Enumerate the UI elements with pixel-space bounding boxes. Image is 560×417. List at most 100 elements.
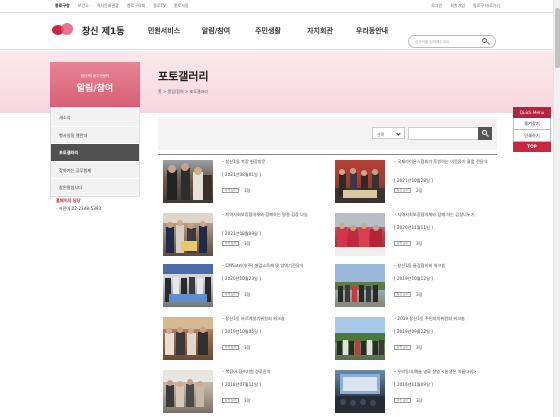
site-logo[interactable]: 창신 제1동 bbox=[52, 23, 125, 37]
sidebar-item-good-words[interactable]: 참된말씀시다 bbox=[51, 178, 139, 196]
gallery-thumbnail[interactable] bbox=[335, 160, 385, 203]
login-link[interactable]: 로그인 bbox=[431, 3, 442, 8]
utility-link-health[interactable]: 보건소 bbox=[78, 3, 89, 8]
photo-count: 2장 bbox=[416, 188, 423, 193]
page-title: 포토갤러리 bbox=[158, 70, 209, 83]
gallery-item[interactable]: – 지역사회보장협의체와 함께 하는 김장나누기 [ 2020년11월11일 ]… bbox=[330, 207, 490, 257]
keyword-input[interactable] bbox=[408, 127, 479, 140]
photo-count: 3장 bbox=[244, 188, 251, 193]
gallery-thumbnail[interactable] bbox=[163, 160, 213, 203]
sidebar-item-calendar[interactable]: 행사일정 캘린더 bbox=[51, 125, 139, 144]
scrollbar-thumb[interactable] bbox=[555, 8, 560, 68]
gallery-title[interactable]: – 국제라이온스협회가 후원하는 이웃돕기 물품 전달식 bbox=[394, 159, 490, 166]
gallery-date: [ 2021년08월01일 ] bbox=[222, 172, 261, 177]
utility-link-culture[interactable]: 역사문화관광 bbox=[97, 3, 119, 8]
signup-link[interactable]: 회원가입 bbox=[450, 3, 465, 8]
gallery-item[interactable]: – CMS코리아(주) 쌀값소독제 및 방역기전달식 [ 2020년10월23일… bbox=[158, 258, 318, 308]
view-photos-badge[interactable]: 사진 보기 bbox=[222, 241, 239, 246]
gallery-title[interactable]: – 복합이 장수기원 경로잔치 bbox=[222, 369, 318, 376]
gallery-item[interactable]: – 2019 창신1동 주민자치위원회 워크숍 [ 2019년09월22일 ] … bbox=[330, 311, 490, 361]
gallery-thumbnail[interactable] bbox=[335, 213, 385, 256]
photo-count: 3장 bbox=[244, 345, 251, 350]
main-navigation: 민원서비스 알림/참여 주민생활 자치회관 우리동안내 bbox=[138, 26, 398, 36]
photo-count: 3장 bbox=[416, 292, 423, 297]
gallery-item[interactable]: – 창신1동 통장협의회 워크숍 [ 2019년10월12일 ] 사진 보기 3… bbox=[330, 258, 490, 308]
gallery-title[interactable]: – 우리동네 예술 영화 상영 <안생은 아름다워> bbox=[394, 369, 490, 376]
gallery-item[interactable]: – 창신1동 복장 현장방문 [ 2021년08월01일 ] 사진 보기 3장 bbox=[158, 154, 318, 204]
contact-info: 홈페이지 담당 · 이민아 02-2148-5393 bbox=[56, 197, 101, 213]
view-photos-badge[interactable]: 사진 보기 bbox=[394, 292, 411, 297]
gallery-item[interactable]: – 국제라이온스협회가 후원하는 이웃돕기 물품 전달식 [ 2021년10월2… bbox=[330, 154, 490, 204]
view-photos-badge[interactable]: 사진 보기 bbox=[394, 345, 411, 350]
contact-title: 홈페이지 담당 bbox=[56, 198, 81, 203]
gallery-item[interactable]: – 복합이 장수기원 경로잔치 [ 2018년07월11일 ] 사진 보기 3장 bbox=[158, 364, 318, 414]
gallery-title[interactable]: – 창신1동 복장 현장방문 bbox=[222, 159, 318, 166]
search-filter-bar: 선택 bbox=[158, 117, 497, 150]
gallery-date: [ 2020년10월23일 ] bbox=[222, 276, 261, 281]
photo-count: 3장 bbox=[244, 292, 251, 297]
photo-count: 3장 bbox=[244, 241, 251, 246]
quick-menu-bookmark[interactable]: 즐겨찾기 bbox=[513, 118, 551, 130]
gallery-thumbnail[interactable] bbox=[163, 317, 213, 360]
sidebar-item-visiting-officer[interactable]: 찾아가는 공무원제 bbox=[51, 160, 139, 179]
gallery-thumbnail[interactable] bbox=[335, 264, 385, 307]
view-photos-badge[interactable]: 사진 보기 bbox=[222, 345, 239, 350]
gallery-thumbnail[interactable] bbox=[163, 370, 213, 413]
utility-bar: 종로구청 보건소 역사문화관광 종로구의회 종로TV 종로사랑 로그인 회원가입 종로구 바로… bbox=[0, 0, 560, 13]
search-button[interactable] bbox=[478, 127, 492, 140]
scroll-top-button[interactable]: TOP bbox=[513, 142, 551, 152]
gallery-title[interactable]: – 지역사회보장협의체와 함께 하는 김장나누기 bbox=[394, 212, 490, 219]
view-photos-badge[interactable]: 사진 보기 bbox=[394, 241, 411, 246]
sidebar-subtitle: 창신제1동주민센터 bbox=[80, 74, 110, 78]
gallery-title[interactable]: – 창신1동 통장협의회 워크숍 bbox=[394, 263, 490, 270]
view-photos-badge[interactable]: 사진 보기 bbox=[394, 398, 411, 403]
photo-count: 3장 bbox=[416, 241, 423, 246]
gallery-item[interactable]: – 우리동네 예술 영화 상영 <안생은 아름다워> [ 2016년11월09일… bbox=[330, 364, 490, 414]
nav-civil-service[interactable]: 민원서비스 bbox=[138, 26, 190, 36]
gallery-date: [ 2020년11월11일 ] bbox=[394, 225, 433, 230]
utility-link-council[interactable]: 종로구의회 bbox=[127, 3, 145, 8]
nav-living[interactable]: 주민생활 bbox=[242, 26, 294, 36]
gallery-thumbnail[interactable] bbox=[335, 317, 385, 360]
gallery-thumbnail[interactable] bbox=[163, 213, 213, 256]
gallery-thumbnail[interactable] bbox=[335, 370, 385, 413]
quick-menu-print[interactable]: 인쇄하기 bbox=[513, 130, 551, 142]
quick-menu-title: Quick Menu bbox=[513, 107, 551, 118]
gallery-title[interactable]: – 지역사회보장협의체와 함께하는 명절 김장 나눔 bbox=[222, 212, 318, 219]
gallery-thumbnail[interactable] bbox=[163, 264, 213, 307]
gallery-title[interactable]: – 창신1동 바르게살기위원회 워크숍 bbox=[222, 316, 318, 323]
utility-link-district[interactable]: 종로구청 bbox=[55, 3, 70, 8]
site-header: 창신 제1동 민원서비스 알림/참여 주민생활 자치회관 우리동안내 검색어를 … bbox=[0, 13, 560, 50]
gallery-date: [ 2018년07월11일 ] bbox=[222, 382, 261, 387]
gallery-date: [ 2019년09월22일 ] bbox=[394, 329, 433, 334]
gallery-date: [ 2021년08월09일 ] bbox=[222, 231, 261, 236]
nav-self-governing[interactable]: 자치회관 bbox=[294, 26, 346, 36]
view-photos-badge[interactable]: 사진 보기 bbox=[222, 188, 239, 193]
sidebar-item-news[interactable]: 새소식 bbox=[51, 108, 139, 126]
sidebar-item-photo-gallery[interactable]: 포토갤러리 bbox=[51, 143, 139, 161]
gallery-title[interactable]: – CMS코리아(주) 쌀값소독제 및 방역기전달식 bbox=[222, 263, 318, 270]
search-type-select[interactable]: 선택 bbox=[372, 127, 405, 139]
logo-mark bbox=[52, 23, 78, 37]
gallery-date: [ 2016년11월09일 ] bbox=[394, 382, 433, 387]
page-scrollbar[interactable] bbox=[553, 0, 560, 417]
gallery-item[interactable]: – 창신1동 바르게살기위원회 워크숍 [ 2019년10월06일 ] 사진 보… bbox=[158, 311, 318, 361]
gallery-title[interactable]: – 2019 창신1동 주민자치위원회 워크숍 bbox=[394, 316, 490, 323]
gallery-date: [ 2019년10월06일 ] bbox=[222, 329, 261, 334]
nav-our-dong[interactable]: 우리동안내 bbox=[346, 26, 398, 36]
utility-link-love[interactable]: 종로사랑 bbox=[174, 3, 189, 8]
view-photos-badge[interactable]: 사진 보기 bbox=[222, 398, 239, 403]
view-photos-badge[interactable]: 사진 보기 bbox=[222, 292, 239, 297]
photo-count: 3장 bbox=[244, 398, 251, 403]
nav-notice[interactable]: 알림/참여 bbox=[190, 26, 242, 36]
sidebar-menu: 새소식 행사일정 캘린더 포토갤러리 찾아가는 공무원제 참된말씀시다 bbox=[50, 107, 140, 197]
breadcrumb: 홈 > 알림/참여 > 포토갤러리 bbox=[158, 89, 208, 94]
utility-link-tv[interactable]: 종로TV bbox=[153, 3, 166, 8]
sidebar-title: 알림/참여 bbox=[76, 84, 114, 94]
search-icon[interactable] bbox=[476, 35, 496, 48]
gallery-date: [ 2019년10월12일 ] bbox=[394, 276, 433, 281]
district-shortcut[interactable]: 종로구 바로가기 bbox=[473, 3, 500, 8]
gallery-item[interactable]: – 지역사회보장협의체와 함께하는 명절 김장 나눔 [ 2021년08월09일… bbox=[158, 207, 318, 257]
view-photos-badge[interactable]: 사진 보기 bbox=[394, 188, 411, 193]
photo-count: 3장 bbox=[416, 345, 423, 350]
